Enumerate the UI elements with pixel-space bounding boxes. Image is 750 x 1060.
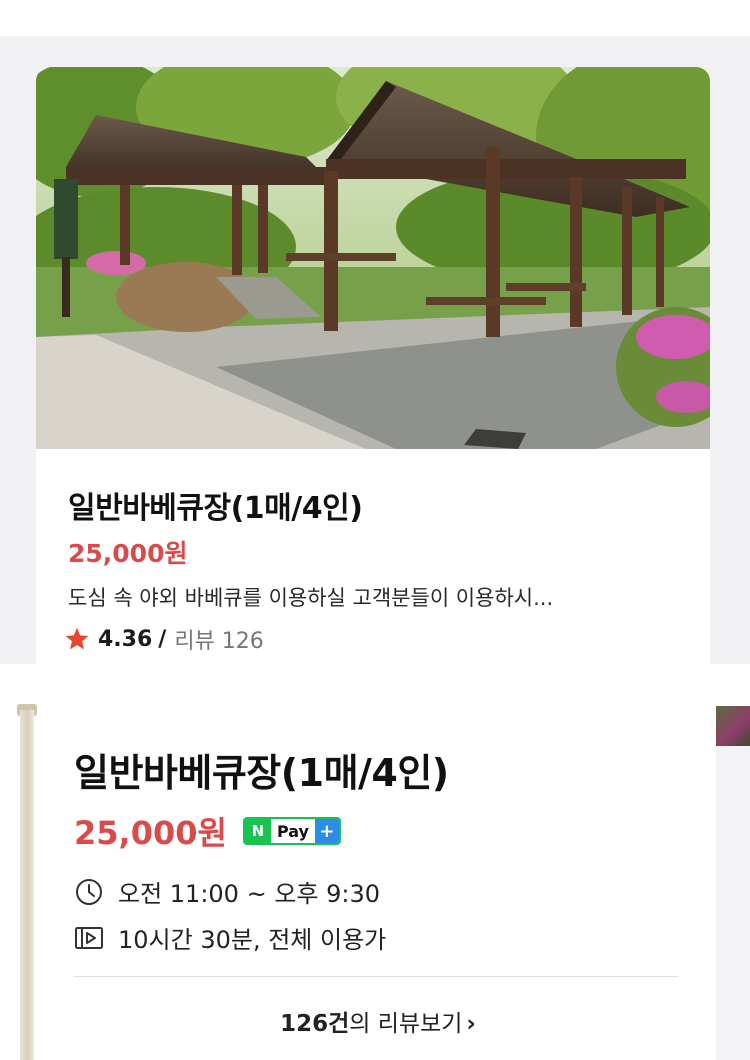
hours-row: 오전 11:00 ~ 오후 9:30 <box>74 874 380 909</box>
pavilion-photo <box>36 67 710 449</box>
duration-row: 10시간 30분, 전체 이용가 <box>74 920 386 955</box>
pole-image-edge <box>20 710 34 1060</box>
detail-card <box>40 680 716 1060</box>
listing-price: 25,000원 <box>68 539 188 568</box>
view-reviews-label: 의 리뷰보기 <box>349 1011 463 1037</box>
chevron-right-icon: › <box>466 1011 476 1037</box>
review-count: 126건 <box>280 1011 350 1037</box>
clock-icon <box>76 878 102 905</box>
plus-icon: + <box>314 819 339 843</box>
rating-value: 4.36 <box>98 626 153 652</box>
next-card-edge <box>716 706 750 1060</box>
npay-badge: N Pay + <box>242 817 341 845</box>
hours-text: 오전 11:00 ~ 오후 9:30 <box>118 880 381 908</box>
review-count-label: 리뷰 126 <box>174 629 264 654</box>
top-strip <box>0 0 750 36</box>
naver-n-icon: N <box>244 819 271 843</box>
rating-row: 4.36 / 리뷰 126 <box>64 623 264 655</box>
divider <box>74 976 678 977</box>
detail-title: 일반바베큐장(1매/4인) <box>74 751 449 795</box>
listing-description: 도심 속 야외 바베큐를 이용하실 고객분들이 이용하시... <box>68 586 554 610</box>
listing-card[interactable]: 일반바베큐장(1매/4인) 25,000원 도심 속 야외 바베큐를 이용하실 … <box>36 67 710 687</box>
view-reviews-link[interactable]: 126건의 리뷰보기 › <box>40 1004 716 1038</box>
star-icon <box>65 627 89 650</box>
npay-label: Pay <box>276 821 309 841</box>
listing-title: 일반바베큐장(1매/4인) <box>68 491 363 526</box>
detail-price-row: 25,000원 N Pay + <box>74 808 341 854</box>
duration-text: 10시간 30분, 전체 이용가 <box>118 926 387 954</box>
detail-price: 25,000원 <box>74 814 227 852</box>
rating-separator: / <box>158 626 167 652</box>
video-play-icon <box>75 926 103 949</box>
next-card-thumbnail <box>716 706 750 746</box>
